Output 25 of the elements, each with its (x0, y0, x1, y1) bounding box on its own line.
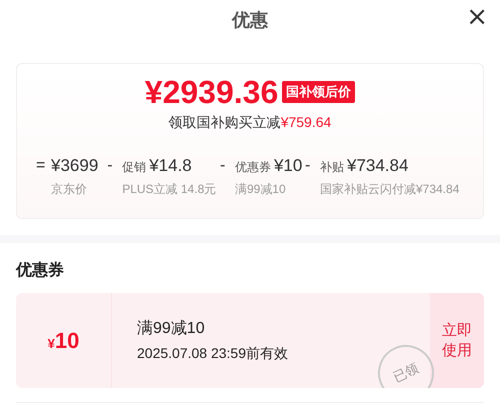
operator-sign: - (304, 156, 312, 176)
sheet-title: 优惠 (232, 8, 268, 32)
price-label: 优惠券 (234, 159, 271, 176)
price-label: 补贴 (320, 159, 344, 176)
price-amount: ¥734.84 (346, 155, 408, 177)
close-button[interactable]: × (466, 4, 488, 30)
final-price: ¥2939.36 (144, 76, 278, 108)
price-note: 国家补贴云闪付减¥734.84 (320, 181, 460, 198)
coupon-value: ¥10 (48, 327, 80, 355)
coupon-validity: 2025.07.08 23:59前有效 (137, 344, 289, 363)
price-label: 促销 (122, 159, 146, 176)
price-badge: 国补领后价 (282, 81, 356, 103)
operator-sign: - (220, 156, 226, 176)
price-amount: ¥14.8 (149, 155, 192, 177)
price-amount: ¥3699 (51, 155, 98, 177)
price-note: 满99减10 (234, 181, 287, 198)
price-note: PLUS立减 14.8元 (122, 181, 216, 198)
price-amount: ¥10 (274, 155, 302, 177)
discount-summary: 领取国补购买立减¥759.64 (168, 113, 332, 132)
operator-sign: - (107, 156, 114, 176)
use-now-button[interactable]: 立即使用 (430, 293, 484, 388)
section-title: 优惠券 (14, 260, 65, 281)
price-note: 京东价 (51, 181, 88, 198)
operator-sign: = (36, 156, 46, 176)
coupon-condition: 满99减10 (137, 318, 206, 339)
